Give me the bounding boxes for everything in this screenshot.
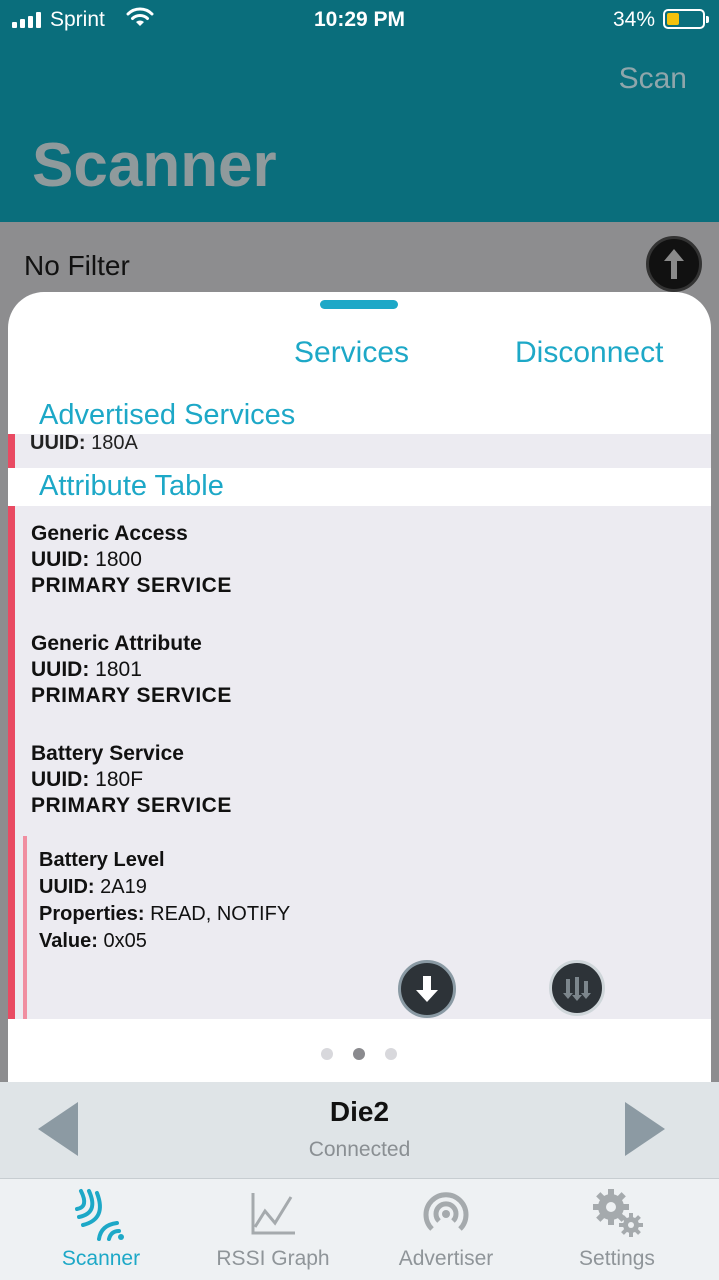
status-bar: Sprint 10:29 PM 34% bbox=[0, 0, 719, 40]
sort-button[interactable] bbox=[646, 236, 702, 292]
tab-label: RSSI Graph bbox=[216, 1247, 330, 1270]
device-details-sheet: Services Disconnect Advertised Services … bbox=[8, 292, 711, 1092]
characteristic-marker bbox=[23, 836, 27, 1019]
rssi-graph-icon bbox=[251, 1193, 295, 1235]
sheet-grabber[interactable] bbox=[320, 300, 398, 309]
download-arrow-icon bbox=[416, 976, 438, 1002]
service-kind: PRIMARY SERVICE bbox=[31, 574, 232, 597]
service-item[interactable]: Generic Attribute UUID: 1801 PRIMARY SER… bbox=[31, 631, 232, 709]
service-uuid: UUID: 180F bbox=[31, 768, 144, 791]
tab-settings[interactable]: Settings bbox=[527, 1179, 707, 1280]
characteristic-properties: Properties: READ, NOTIFY bbox=[39, 903, 291, 925]
advertised-service-uuid: UUID: 180A bbox=[30, 432, 138, 454]
characteristic-item[interactable]: Battery Level UUID: 2A19 Properties: REA… bbox=[39, 847, 290, 955]
advertiser-icon bbox=[423, 1192, 469, 1231]
characteristic-uuid: UUID: 2A19 bbox=[39, 876, 147, 898]
device-name: Die2 bbox=[329, 1096, 390, 1127]
characteristic-name: Battery Level bbox=[39, 849, 165, 871]
battery-icon bbox=[663, 9, 709, 29]
tab-advertiser[interactable]: Advertiser bbox=[356, 1179, 536, 1280]
tab-rssi-graph[interactable]: RSSI Graph bbox=[183, 1179, 363, 1280]
service-item[interactable]: Battery Service UUID: 180F PRIMARY SERVI… bbox=[31, 741, 232, 819]
service-item[interactable]: Generic Access UUID: 1800 PRIMARY SERVIC… bbox=[31, 521, 232, 599]
up-arrow-icon bbox=[664, 249, 684, 279]
page-indicator[interactable] bbox=[321, 1048, 401, 1062]
tab-bar: Scanner RSSI Graph Advertiser Settings bbox=[0, 1178, 719, 1280]
tab-label: Scanner bbox=[61, 1247, 141, 1270]
tab-label: Settings bbox=[579, 1247, 655, 1270]
service-name: Generic Access bbox=[31, 522, 188, 545]
disconnect-button[interactable]: Disconnect bbox=[515, 336, 663, 370]
tab-services[interactable]: Services bbox=[294, 336, 409, 370]
scanner-icon bbox=[75, 1189, 124, 1241]
notify-arrows-icon bbox=[563, 977, 591, 1001]
attribute-table-title: Attribute Table bbox=[39, 470, 224, 502]
battery-percent: 34% bbox=[612, 8, 655, 31]
characteristic-value: Value: 0x05 bbox=[39, 930, 147, 952]
page-dot bbox=[321, 1048, 333, 1060]
scan-button[interactable]: Scan bbox=[619, 62, 687, 96]
clock: 10:29 PM bbox=[313, 8, 406, 31]
service-uuid: UUID: 1801 bbox=[31, 658, 142, 681]
settings-gears-icon bbox=[593, 1189, 643, 1237]
filter-label: No Filter bbox=[24, 250, 130, 281]
notify-button[interactable] bbox=[549, 960, 605, 1016]
navigation-header: Scan Scanner bbox=[0, 40, 719, 222]
service-kind: PRIMARY SERVICE bbox=[31, 794, 232, 817]
page-dot bbox=[385, 1048, 397, 1060]
connection-status: Connected bbox=[308, 1138, 411, 1161]
read-button[interactable] bbox=[398, 960, 456, 1018]
device-selector: Die2 Connected bbox=[0, 1082, 719, 1178]
page-title: Scanner bbox=[32, 131, 277, 200]
tab-scanner[interactable]: Scanner bbox=[11, 1179, 191, 1280]
next-device-icon[interactable] bbox=[625, 1102, 665, 1156]
tab-label: Advertiser bbox=[398, 1247, 494, 1270]
service-name: Generic Attribute bbox=[31, 632, 202, 655]
service-name: Battery Service bbox=[31, 742, 184, 765]
page-dot-active bbox=[353, 1048, 365, 1060]
service-marker bbox=[8, 506, 15, 1019]
advertised-services-title: Advertised Services bbox=[39, 399, 296, 431]
service-marker bbox=[8, 434, 15, 468]
service-kind: PRIMARY SERVICE bbox=[31, 684, 232, 707]
service-uuid: UUID: 1800 bbox=[31, 548, 142, 571]
